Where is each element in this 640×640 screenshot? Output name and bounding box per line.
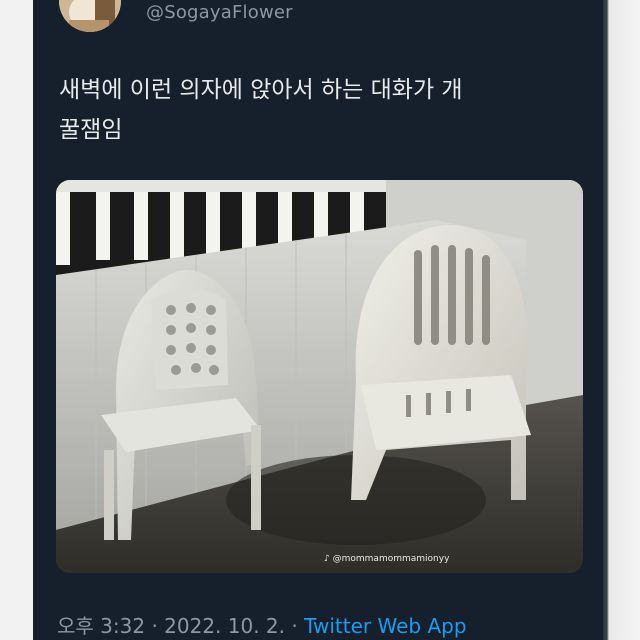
photo-image <box>56 180 583 573</box>
meta-separator: · <box>151 614 158 638</box>
watermark-text: @mommamommamionyy <box>332 554 450 564</box>
tweet-photo[interactable]: ♪ @mommamommamionyy <box>56 180 583 573</box>
tweet-text: 새벽에 이런 의자에 앉아서 하는 대화가 개 꿀잼임 <box>59 77 463 143</box>
page-edge <box>603 0 640 640</box>
tweet-meta: 오후 3:32 · 2022. 10. 2. · Twitter Web App <box>57 610 467 639</box>
tweet-source-link[interactable]: Twitter Web App <box>304 614 466 638</box>
tweet-card: @SogayaFlower 새벽에 이런 의자에 앉아서 하는 대화가 개 꿀잼… <box>33 0 603 640</box>
meta-separator: · <box>291 614 298 638</box>
tweet-date[interactable]: 2022. 10. 2. <box>164 614 285 638</box>
user-handle[interactable]: @SogayaFlower <box>146 2 293 23</box>
avatar[interactable] <box>59 0 121 32</box>
photo-watermark: ♪ @mommamommamionyy <box>324 554 449 564</box>
tiktok-icon: ♪ <box>324 554 330 564</box>
tweet-time[interactable]: 오후 3:32 <box>57 614 145 638</box>
